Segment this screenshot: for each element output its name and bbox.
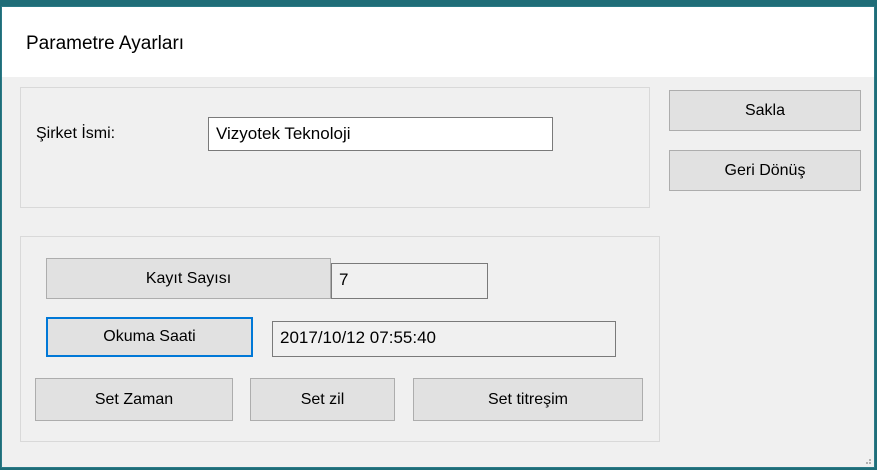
- set-bell-button[interactable]: Set zil: [250, 378, 395, 421]
- record-count-button[interactable]: Kayıt Sayısı: [46, 258, 331, 299]
- company-name-input[interactable]: Vizyotek Teknoloji: [208, 117, 553, 151]
- company-name-label: Şirket İsmi:: [36, 125, 116, 142]
- device-group: Kayıt Sayısı 7 Okuma Saati 2017/10/12 07…: [20, 236, 660, 442]
- read-time-field[interactable]: 2017/10/12 07:55:40: [272, 321, 616, 357]
- set-time-button[interactable]: Set Zaman: [35, 378, 233, 421]
- read-time-button[interactable]: Okuma Saati: [46, 317, 253, 357]
- set-vibration-button[interactable]: Set titreşim: [413, 378, 643, 421]
- resize-grip-icon[interactable]: [863, 456, 871, 464]
- back-button[interactable]: Geri Dönüş: [669, 150, 861, 191]
- save-button[interactable]: Sakla: [669, 90, 861, 131]
- window-title: Parametre Ayarları: [26, 33, 185, 54]
- parameter-settings-window: Parametre Ayarları Şirket İsmi: Vizyotek…: [1, 6, 875, 468]
- title-bar[interactable]: Parametre Ayarları: [2, 7, 874, 77]
- record-count-field[interactable]: 7: [331, 263, 488, 299]
- company-group: Şirket İsmi: Vizyotek Teknoloji: [20, 87, 650, 208]
